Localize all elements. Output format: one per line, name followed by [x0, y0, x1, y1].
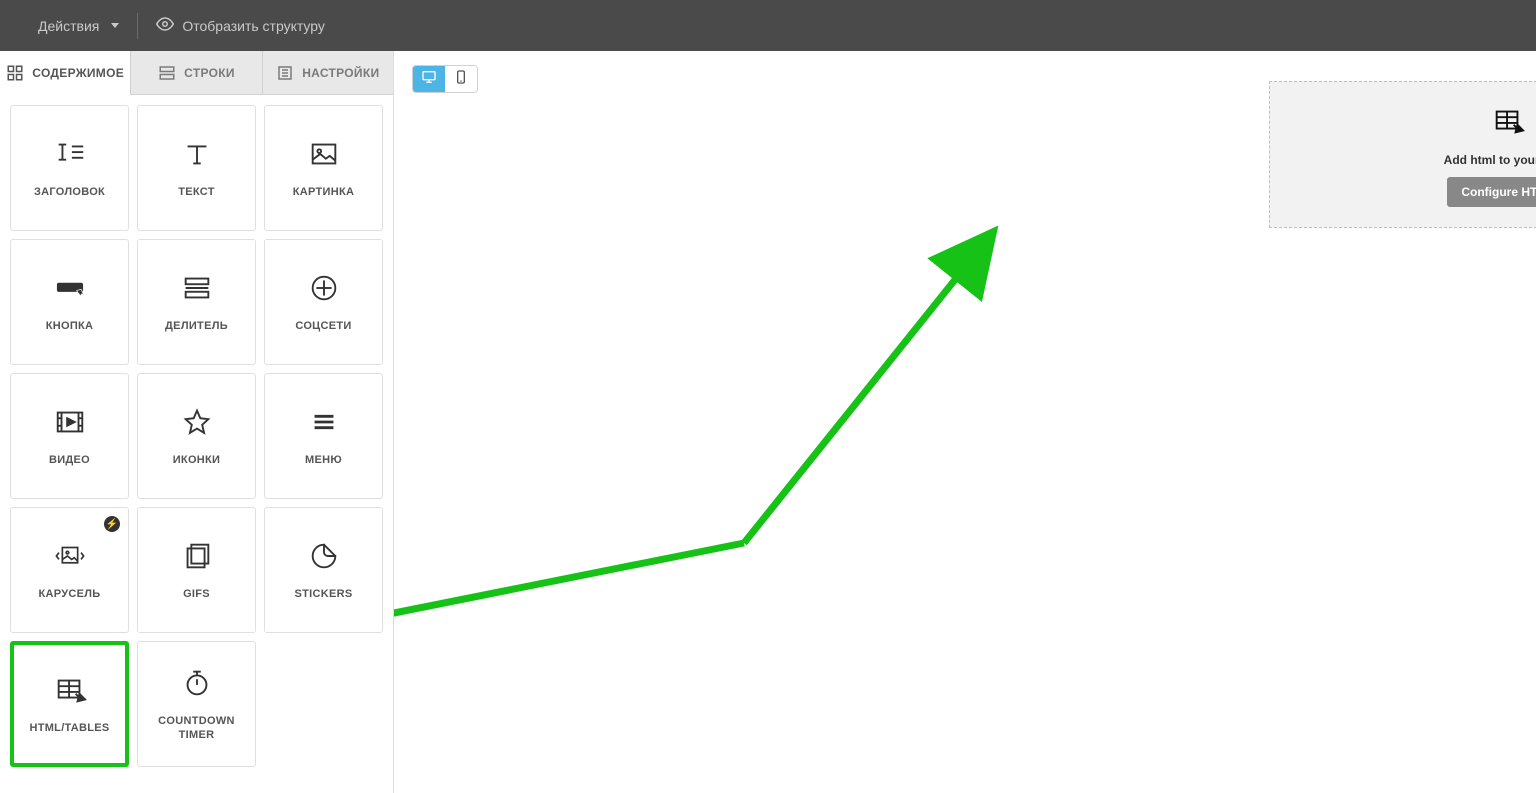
- tile-gifs-label: GIFS: [179, 587, 214, 601]
- star-icon: [180, 405, 214, 439]
- tile-html-tables[interactable]: HTML/TABLES: [10, 641, 129, 767]
- device-toggle: [412, 65, 478, 93]
- html-placeholder-text: Add html to your letter: [1444, 153, 1536, 167]
- heading-icon: [53, 137, 87, 171]
- tile-text[interactable]: ТЕКСТ: [137, 105, 256, 231]
- tab-content-label: СОДЕРЖИМОЕ: [32, 66, 124, 80]
- menu-icon: [307, 405, 341, 439]
- tile-image[interactable]: КАРТИНКА: [264, 105, 383, 231]
- tab-settings[interactable]: НАСТРОЙКИ: [263, 51, 393, 95]
- mobile-icon: [453, 69, 469, 90]
- eye-icon: [156, 15, 174, 36]
- tile-carousel[interactable]: ⚡ КАРУСЕЛЬ: [10, 507, 129, 633]
- tile-stickers[interactable]: STICKERS: [264, 507, 383, 633]
- tile-video-label: ВИДЕО: [45, 453, 94, 467]
- button-icon: [53, 271, 87, 305]
- display-structure-button[interactable]: Отобразить структуру: [138, 0, 343, 51]
- video-icon: [53, 405, 87, 439]
- tile-gifs[interactable]: GIFS: [137, 507, 256, 633]
- social-icon: [307, 271, 341, 305]
- tile-divider[interactable]: ДЕЛИТЕЛЬ: [137, 239, 256, 365]
- chevron-down-icon: [111, 23, 119, 28]
- tile-countdown-timer-label: COUNTDOWN TIMER: [138, 714, 255, 743]
- text-icon: [180, 137, 214, 171]
- tile-icons[interactable]: ИКОНКИ: [137, 373, 256, 499]
- carousel-icon: [53, 539, 87, 573]
- html-tables-icon: [1491, 104, 1525, 143]
- desktop-icon: [421, 69, 437, 90]
- tab-content[interactable]: СОДЕРЖИМОЕ: [0, 51, 131, 95]
- topbar: Действия Отобразить структуру: [0, 0, 1536, 51]
- bolt-badge-icon: ⚡: [104, 516, 120, 532]
- sidebar: СОДЕРЖИМОЕ СТРОКИ НАСТРОЙКИ З: [0, 51, 394, 793]
- tile-menu[interactable]: МЕНЮ: [264, 373, 383, 499]
- tile-social-label: СОЦСЕТИ: [291, 319, 355, 333]
- tile-text-label: ТЕКСТ: [174, 185, 219, 199]
- device-desktop-button[interactable]: [413, 66, 445, 92]
- sidebar-tabs: СОДЕРЖИМОЕ СТРОКИ НАСТРОЙКИ: [0, 51, 393, 95]
- configure-html-button[interactable]: Configure HTML: [1447, 177, 1536, 207]
- tile-menu-label: МЕНЮ: [301, 453, 346, 467]
- tab-settings-label: НАСТРОЙКИ: [302, 66, 379, 80]
- divider-icon: [180, 271, 214, 305]
- tile-video[interactable]: ВИДЕО: [10, 373, 129, 499]
- countdown-timer-icon: [180, 666, 214, 700]
- display-structure-label: Отобразить структуру: [182, 18, 325, 34]
- tile-heading[interactable]: ЗАГОЛОВОК: [10, 105, 129, 231]
- stickers-icon: [307, 539, 341, 573]
- tile-icons-label: ИКОНКИ: [169, 453, 225, 467]
- image-icon: [307, 137, 341, 171]
- tile-image-label: КАРТИНКА: [289, 185, 358, 199]
- device-mobile-button[interactable]: [445, 66, 477, 92]
- tile-carousel-label: КАРУСЕЛЬ: [35, 587, 105, 601]
- tile-divider-label: ДЕЛИТЕЛЬ: [161, 319, 232, 333]
- tile-countdown-timer[interactable]: COUNTDOWN TIMER: [137, 641, 256, 767]
- rows-icon: [158, 64, 176, 82]
- actions-dropdown[interactable]: Действия: [20, 0, 137, 51]
- tile-heading-label: ЗАГОЛОВОК: [30, 185, 109, 199]
- tile-button-label: КНОПКА: [42, 319, 98, 333]
- grid-icon: [6, 64, 24, 82]
- gifs-icon: [180, 539, 214, 573]
- html-placeholder-block[interactable]: Add html to your letter Configure HTML: [1269, 81, 1536, 228]
- tab-rows-label: СТРОКИ: [184, 66, 235, 80]
- tile-html-tables-label: HTML/TABLES: [25, 721, 113, 735]
- tile-button[interactable]: КНОПКА: [10, 239, 129, 365]
- content-tiles: ЗАГОЛОВОК ТЕКСТ КАРТИНКА КНОПКА: [0, 95, 393, 777]
- canvas-area: Add html to your letter Configure HTML: [394, 51, 1536, 793]
- tab-rows[interactable]: СТРОКИ: [131, 51, 262, 95]
- actions-label: Действия: [38, 18, 99, 34]
- html-tables-icon: [53, 673, 87, 707]
- tile-social[interactable]: СОЦСЕТИ: [264, 239, 383, 365]
- settings-icon: [276, 64, 294, 82]
- tile-stickers-label: STICKERS: [290, 587, 356, 601]
